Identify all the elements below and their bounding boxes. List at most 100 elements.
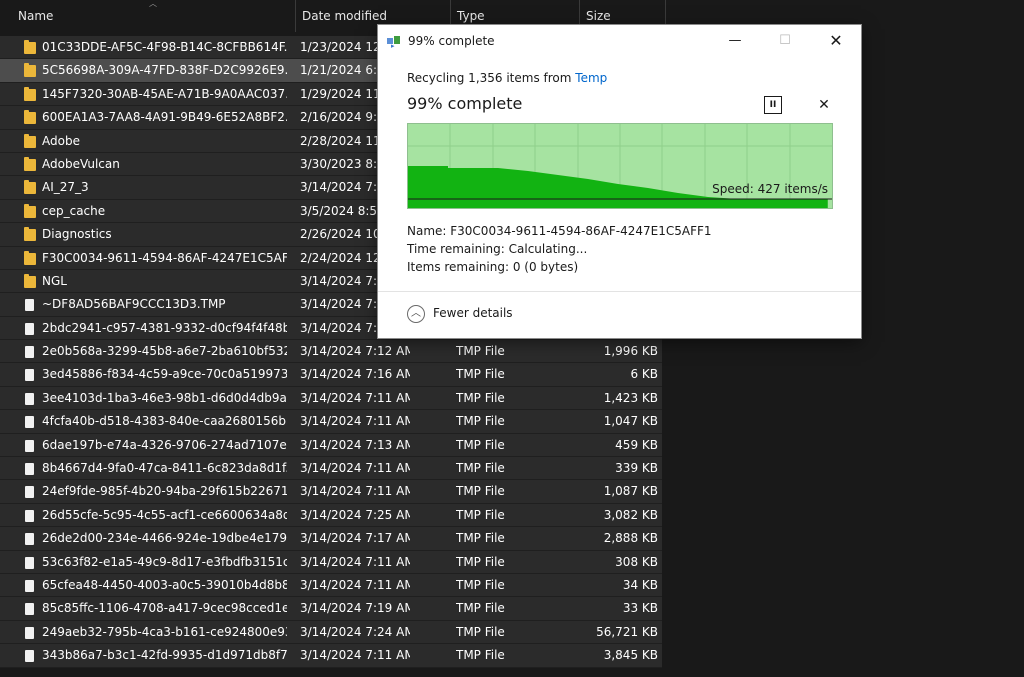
dialog-title: 99% complete: [408, 34, 495, 48]
file-icon: [25, 533, 34, 546]
file-operation-icon: ▸: [387, 36, 401, 50]
file-name: 2bdc2941-c957-4381-9332-d0cf94f4f48b...: [42, 320, 287, 335]
file-name: 26de2d00-234e-4466-924e-19dbe4e179...: [42, 531, 287, 546]
file-size: 1,087 KB: [603, 484, 658, 499]
folder-icon: [24, 133, 36, 148]
file-row[interactable]: 53c63f82-e1a5-49c9-8d17-e3fbdfb3151c... 3…: [0, 550, 662, 574]
folder-icon: [24, 156, 36, 171]
file-size: 308 KB: [615, 554, 658, 569]
file-type: TMP File: [456, 531, 505, 546]
file-date-modified: 3/14/2024 7:24 AM: [300, 624, 410, 639]
progress-dialog: ▸ 99% complete — ☐ ✕ Recycling 1,356 ite…: [378, 25, 861, 338]
file-type: TMP File: [456, 461, 505, 476]
dialog-titlebar[interactable]: ▸ 99% complete — ☐ ✕: [378, 25, 861, 57]
file-name: AdobeVulcan: [42, 156, 120, 171]
file-row[interactable]: 65cfea48-4450-4003-a0c5-39010b4d8b8... 3/…: [0, 573, 662, 598]
file-row[interactable]: 6dae197b-e74a-4326-9706-274ad7107e... 3/1…: [0, 433, 662, 458]
file-type: TMP File: [456, 367, 505, 382]
file-icon: [25, 463, 34, 476]
chevron-up-icon: ︿: [407, 305, 425, 323]
file-name: AI_27_3: [42, 180, 89, 195]
file-name: 24ef9fde-985f-4b20-94ba-29f615b22671...: [42, 484, 287, 499]
file-name: F30C0034-9611-4594-86AF-4247E1C5AFF1: [42, 250, 287, 265]
file-name: 26d55cfe-5c95-4c55-acf1-ce6600634a8d...: [42, 507, 287, 522]
file-name: 85c85ffc-1106-4708-a417-9cec98cced1e...: [42, 601, 287, 616]
cancel-operation-button[interactable]: ✕: [817, 95, 831, 115]
file-name: ~DF8AD56BAF9CCC13D3.TMP: [42, 297, 226, 312]
file-date-modified: 3/14/2024 7:11 AM: [300, 577, 410, 592]
file-name: 6dae197b-e74a-4326-9706-274ad7107e...: [42, 437, 287, 452]
file-icon: [25, 439, 34, 452]
folder-icon: [24, 250, 36, 265]
file-row[interactable]: 3ed45886-f834-4c59-a9ce-70c0a519973... 3/…: [0, 363, 662, 387]
file-name: 145F7320-30AB-45AE-A71B-9A0AAC037...: [42, 86, 287, 101]
file-name: 3ed45886-f834-4c59-a9ce-70c0a519973...: [42, 367, 287, 382]
file-row[interactable]: 343b86a7-b3c1-42fd-9935-d1d971db8f7... 3/…: [0, 644, 662, 668]
file-size: 459 KB: [615, 437, 658, 452]
file-icon: [25, 650, 34, 663]
file-size: 33 KB: [622, 601, 658, 616]
maximize-button[interactable]: ☐: [762, 25, 808, 57]
file-name: 53c63f82-e1a5-49c9-8d17-e3fbdfb3151c...: [42, 554, 287, 569]
file-size: 6 KB: [630, 367, 658, 382]
file-name: cep_cache: [42, 203, 106, 218]
file-size: 1,423 KB: [603, 390, 658, 405]
file-name: 5C56698A-309A-47FD-838F-D2C9926E9...: [42, 63, 287, 78]
file-type: TMP File: [456, 577, 505, 592]
folder-icon: [24, 227, 36, 242]
file-icon: [25, 486, 34, 499]
file-size: 56,721 KB: [596, 624, 658, 639]
file-date-modified: 3/14/2024 7:17 AM: [300, 531, 410, 546]
source-folder-link[interactable]: Temp: [575, 71, 607, 85]
folder-icon: [24, 63, 36, 78]
sort-up-icon: ︿: [149, 0, 157, 8]
recycling-status-text: Recycling 1,356 items from: [407, 71, 576, 85]
file-date-modified: 3/14/2024 7:12 AM: [300, 344, 410, 359]
speed-graph: Speed: 427 items/s: [407, 123, 833, 209]
file-size: 3,845 KB: [603, 648, 658, 663]
file-size: 1,047 KB: [603, 414, 658, 429]
file-row[interactable]: 85c85ffc-1106-4708-a417-9cec98cced1e... 3…: [0, 597, 662, 621]
file-type: TMP File: [456, 484, 505, 499]
file-size: 1,996 KB: [603, 344, 658, 359]
time-remaining: Time remaining: Calculating...: [407, 242, 588, 256]
file-name: Diagnostics: [42, 227, 112, 242]
file-row[interactable]: 26d55cfe-5c95-4c55-acf1-ce6600634a8d... 3…: [0, 503, 662, 528]
file-row[interactable]: 8b4667d4-9fa0-47ca-8411-6c823da8d1f... 3/…: [0, 457, 662, 481]
file-size: 2,888 KB: [603, 531, 658, 546]
file-type: TMP File: [456, 390, 505, 405]
file-icon: [25, 579, 34, 592]
file-date-modified: 3/14/2024 7:11 AM: [300, 461, 410, 476]
file-name: 3ee4103d-1ba3-46e3-98b1-d6d0d4db9a...: [42, 390, 287, 405]
file-name: 2e0b568a-3299-45b8-a6e7-2ba610bf532...: [42, 344, 287, 359]
file-icon: [25, 509, 34, 522]
file-size: 34 KB: [622, 577, 658, 592]
pause-button[interactable]: II: [764, 96, 782, 114]
items-remaining: Items remaining: 0 (0 bytes): [407, 260, 579, 274]
file-type: TMP File: [456, 648, 505, 663]
file-row[interactable]: 4fcfa40b-d518-4383-840e-caa2680156b... 3/…: [0, 410, 662, 434]
file-row[interactable]: 26de2d00-234e-4466-924e-19dbe4e179... 3/1…: [0, 527, 662, 551]
footer-divider: [378, 291, 861, 292]
file-date-modified: 3/14/2024 7:11 AM: [300, 390, 410, 405]
minimize-button[interactable]: —: [712, 25, 758, 57]
folder-icon: [24, 110, 36, 125]
file-date-modified: 3/14/2024 7:25 AM: [300, 507, 410, 522]
file-icon: [25, 299, 34, 312]
file-row[interactable]: 249aeb32-795b-4ca3-b161-ce924800e93... 3/…: [0, 620, 662, 645]
file-name: 4fcfa40b-d518-4383-840e-caa2680156b...: [42, 414, 287, 429]
file-name: NGL: [42, 273, 67, 288]
file-date-modified: 3/14/2024 7:11 AM: [300, 484, 410, 499]
file-date-modified: 3/14/2024 7:11 AM: [300, 648, 410, 663]
file-type: TMP File: [456, 507, 505, 522]
file-icon: [25, 556, 34, 569]
file-size: 3,082 KB: [603, 507, 658, 522]
speed-label: Speed: 427 items/s: [712, 182, 828, 196]
file-row[interactable]: 3ee4103d-1ba3-46e3-98b1-d6d0d4db9a... 3/1…: [0, 386, 662, 411]
close-button[interactable]: ✕: [813, 25, 859, 57]
recycling-status: Recycling 1,356 items from Temp: [407, 71, 607, 85]
file-row[interactable]: 2e0b568a-3299-45b8-a6e7-2ba610bf532... 3/…: [0, 340, 662, 364]
file-icon: [25, 603, 34, 616]
file-row[interactable]: 24ef9fde-985f-4b20-94ba-29f615b22671... 3…: [0, 480, 662, 504]
file-date-modified: 3/14/2024 7:11 AM: [300, 554, 410, 569]
